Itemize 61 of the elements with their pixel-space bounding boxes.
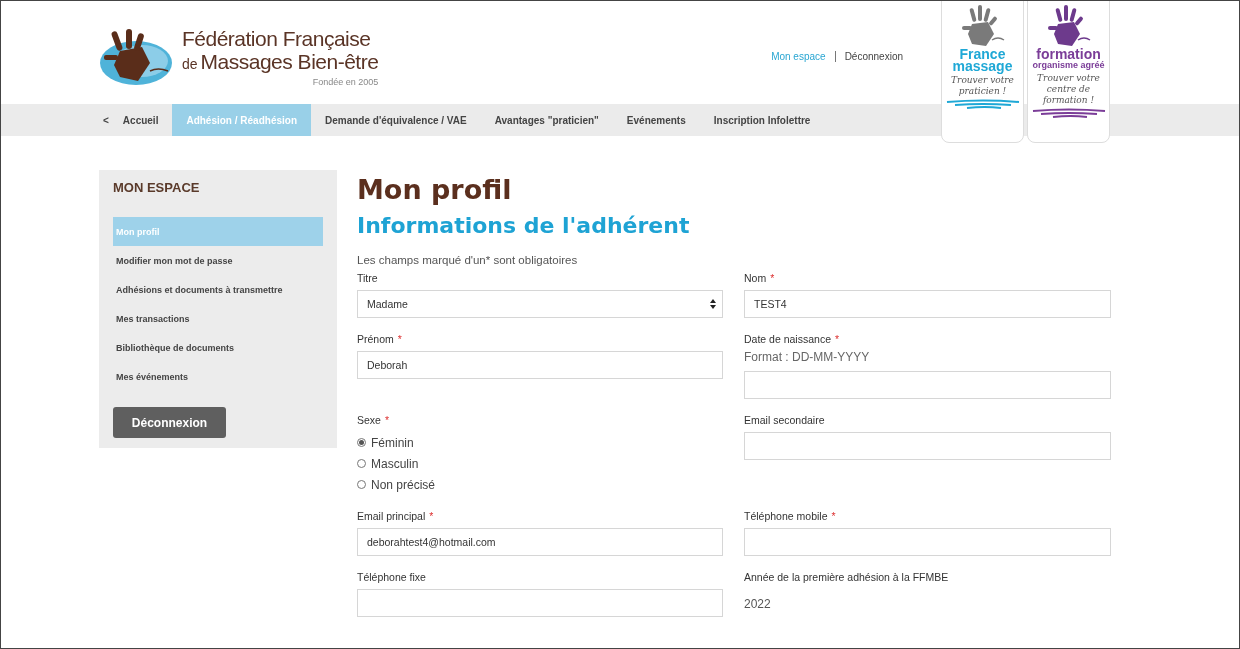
input-field[interactable]: Deborah bbox=[357, 351, 723, 379]
badge-caption: Trouver votre centre de formation ! bbox=[1036, 73, 1101, 106]
field-label: Nom bbox=[744, 272, 767, 284]
badge-title: France bbox=[959, 48, 1006, 60]
field-label: Email secondaire bbox=[744, 414, 825, 426]
sidebar-item[interactable]: Adhésions et documents à transmettre bbox=[113, 275, 323, 304]
sidebar-title: MON ESPACE bbox=[113, 180, 201, 195]
required-asterisk: * bbox=[835, 333, 840, 345]
badge-subtitle: organisme agréé bbox=[1032, 60, 1105, 70]
nav-item[interactable]: Evénements bbox=[612, 104, 700, 136]
sidebar-item[interactable]: Modifier mon mot de passe bbox=[113, 246, 323, 275]
input-field[interactable] bbox=[744, 528, 1111, 556]
input-field[interactable] bbox=[744, 371, 1111, 399]
nav-item[interactable]: Demande d'équivalence / VAE bbox=[311, 104, 481, 136]
updown-icon bbox=[710, 299, 716, 309]
logout-button[interactable]: Déconnexion bbox=[113, 407, 226, 438]
badge-subtitle: massage bbox=[952, 60, 1013, 72]
page-title: Mon profil bbox=[357, 174, 513, 205]
required-asterisk: * bbox=[770, 272, 775, 284]
sidebar-item[interactable]: Mes transactions bbox=[113, 304, 323, 333]
title-select[interactable]: Madame bbox=[357, 290, 723, 318]
back-chevron: < bbox=[103, 114, 109, 126]
sidebar-item[interactable]: Mes événements bbox=[113, 362, 323, 391]
section-title: Informations de l'adhérent bbox=[357, 213, 691, 238]
field-label: Email principal bbox=[357, 510, 426, 522]
input-field[interactable]: TEST4 bbox=[744, 290, 1111, 318]
promo-badge[interactable]: France massage Trouver votre praticien ! bbox=[941, 1, 1024, 143]
required-asterisk: * bbox=[397, 333, 402, 345]
badge-caption: Trouver votre praticien ! bbox=[950, 75, 1015, 97]
field-value: 2022 bbox=[744, 597, 772, 611]
sidebar-item[interactable]: Bibliothèque de documents bbox=[113, 333, 323, 362]
field-label: Téléphone mobile bbox=[744, 510, 828, 522]
required-asterisk: * bbox=[384, 414, 390, 426]
nav-item[interactable]: Avantages "praticien" bbox=[480, 104, 613, 136]
required-note: Les champs marqué d'un* sont obligatoires bbox=[357, 254, 579, 266]
field-label: Année de la première adhésion à la FFMBE bbox=[744, 571, 949, 583]
radio-option[interactable]: Féminin bbox=[357, 432, 723, 453]
input-field[interactable]: deborahtest4@hotmail.com bbox=[357, 528, 723, 556]
radio-option[interactable]: Masculin bbox=[357, 453, 723, 474]
nav-item[interactable]: Accueil bbox=[108, 104, 173, 136]
brush-stroke-icon bbox=[1030, 108, 1107, 118]
field-label: Téléphone fixe bbox=[357, 571, 426, 583]
field-label: Sexe bbox=[357, 414, 381, 426]
input-field[interactable] bbox=[744, 432, 1111, 460]
required-asterisk: * bbox=[831, 510, 836, 522]
logo-title: Massages Bien-être bbox=[200, 50, 379, 73]
brush-stroke-icon bbox=[944, 99, 1021, 109]
logo-tagline: Fondée en 2005 bbox=[312, 76, 379, 87]
promo-badge[interactable]: formation organisme agréé Trouver votre centre de formation ! bbox=[1027, 1, 1110, 143]
logo-title: de bbox=[182, 55, 198, 72]
top-link[interactable]: Déconnexion bbox=[844, 51, 903, 62]
badge-title: formation bbox=[1036, 48, 1101, 60]
format-hint: Format : DD-MM-YYYY bbox=[744, 350, 871, 364]
field-label: Prénom bbox=[357, 333, 394, 345]
required-asterisk: * bbox=[429, 510, 434, 522]
input-field[interactable] bbox=[357, 589, 723, 617]
nav-item[interactable]: Inscription Infolettre bbox=[699, 104, 825, 136]
radio-option[interactable]: Non précisé bbox=[357, 474, 723, 495]
field-label: Titre bbox=[357, 272, 378, 284]
logo-title: Fédération Française bbox=[182, 26, 372, 51]
field-label: Date de naissance bbox=[744, 333, 831, 345]
